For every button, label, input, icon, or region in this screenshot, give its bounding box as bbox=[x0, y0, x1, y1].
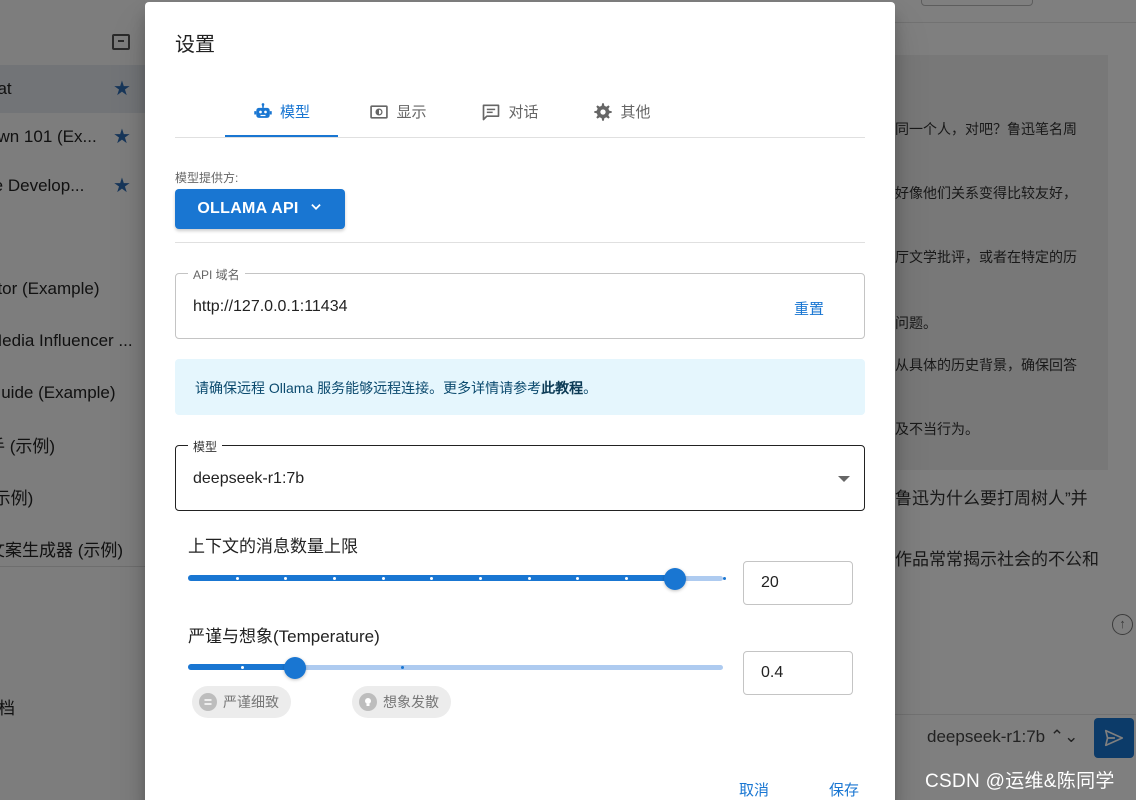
chevron-down-icon bbox=[309, 200, 323, 219]
chip-label: 严谨细致 bbox=[223, 694, 279, 710]
slider-mark bbox=[527, 577, 531, 580]
settings-tabs: 模型 显示 对话 其他 bbox=[175, 86, 865, 138]
slider-thumb[interactable] bbox=[284, 657, 306, 679]
temperature-slider[interactable] bbox=[188, 657, 723, 679]
section-divider bbox=[175, 242, 865, 243]
provider-dropdown-button[interactable]: OLLAMA API bbox=[175, 189, 345, 229]
watermark: CSDN @运维&陈同学 bbox=[925, 771, 1115, 792]
dialog-title: 设置 bbox=[175, 34, 215, 56]
info-text: 请确保远程 Ollama 服务能够远程连接。更多详情请参考 bbox=[195, 380, 542, 396]
chat-icon bbox=[481, 102, 501, 122]
model-value: deepseek-r1:7b bbox=[193, 470, 305, 487]
tab-label: 显示 bbox=[396, 104, 427, 121]
dropdown-arrow-icon bbox=[838, 476, 850, 482]
tab-indicator bbox=[225, 135, 338, 137]
api-host-input[interactable]: http://127.0.0.1:11434 bbox=[193, 298, 348, 316]
slider-mark bbox=[381, 577, 385, 580]
gear-icon bbox=[593, 102, 613, 122]
precise-chip[interactable]: 严谨细致 bbox=[192, 686, 291, 718]
api-host-label: API 域名 bbox=[188, 266, 245, 283]
creative-chip[interactable]: 想象发散 bbox=[352, 686, 451, 718]
tab-display[interactable]: 显示 bbox=[348, 86, 448, 137]
lightbulb-icon bbox=[359, 693, 377, 711]
model-select[interactable]: 模型 deepseek-r1:7b bbox=[175, 438, 865, 511]
slider-thumb[interactable] bbox=[663, 568, 686, 590]
api-host-field[interactable]: API 域名 http://127.0.0.1:11434 重置 bbox=[175, 266, 865, 339]
model-label: 模型 bbox=[188, 438, 223, 455]
cancel-button[interactable]: 取消 bbox=[739, 779, 769, 800]
settings-dialog: 设置 模型 显示 对话 其他 模型提供方: OLLAMA API API 域名 … bbox=[145, 2, 895, 800]
slider-mark bbox=[401, 666, 404, 669]
slider-mark bbox=[240, 666, 244, 669]
tab-label: 模型 bbox=[279, 104, 310, 121]
precise-icon bbox=[199, 693, 217, 711]
info-alert: 请确保远程 Ollama 服务能够远程连接。更多详情请参考此教程。 bbox=[175, 359, 865, 415]
context-limit-label: 上下文的消息数量上限 bbox=[188, 537, 358, 556]
reset-button[interactable]: 重置 bbox=[794, 298, 824, 319]
save-button[interactable]: 保存 bbox=[829, 779, 859, 800]
info-suffix: 。 bbox=[583, 380, 598, 396]
slider-mark bbox=[722, 577, 726, 580]
context-limit-slider[interactable] bbox=[188, 568, 726, 590]
tab-label: 对话 bbox=[508, 104, 539, 121]
provider-label: 模型提供方: bbox=[175, 171, 239, 185]
tab-chat[interactable]: 对话 bbox=[460, 86, 560, 137]
chip-label: 想象发散 bbox=[383, 694, 439, 710]
tab-model[interactable]: 模型 bbox=[225, 86, 338, 137]
slider-mark bbox=[235, 577, 239, 580]
display-icon bbox=[369, 102, 389, 122]
tutorial-link[interactable]: 此教程 bbox=[541, 380, 583, 396]
robot-icon bbox=[253, 102, 273, 122]
tab-other[interactable]: 其他 bbox=[572, 86, 672, 137]
temperature-input[interactable]: 0.4 bbox=[743, 651, 853, 695]
context-limit-input[interactable]: 20 bbox=[743, 561, 853, 605]
provider-value: OLLAMA API bbox=[197, 200, 299, 217]
tab-label: 其他 bbox=[620, 104, 651, 121]
temperature-label: 严谨与想象(Temperature) bbox=[188, 627, 380, 646]
